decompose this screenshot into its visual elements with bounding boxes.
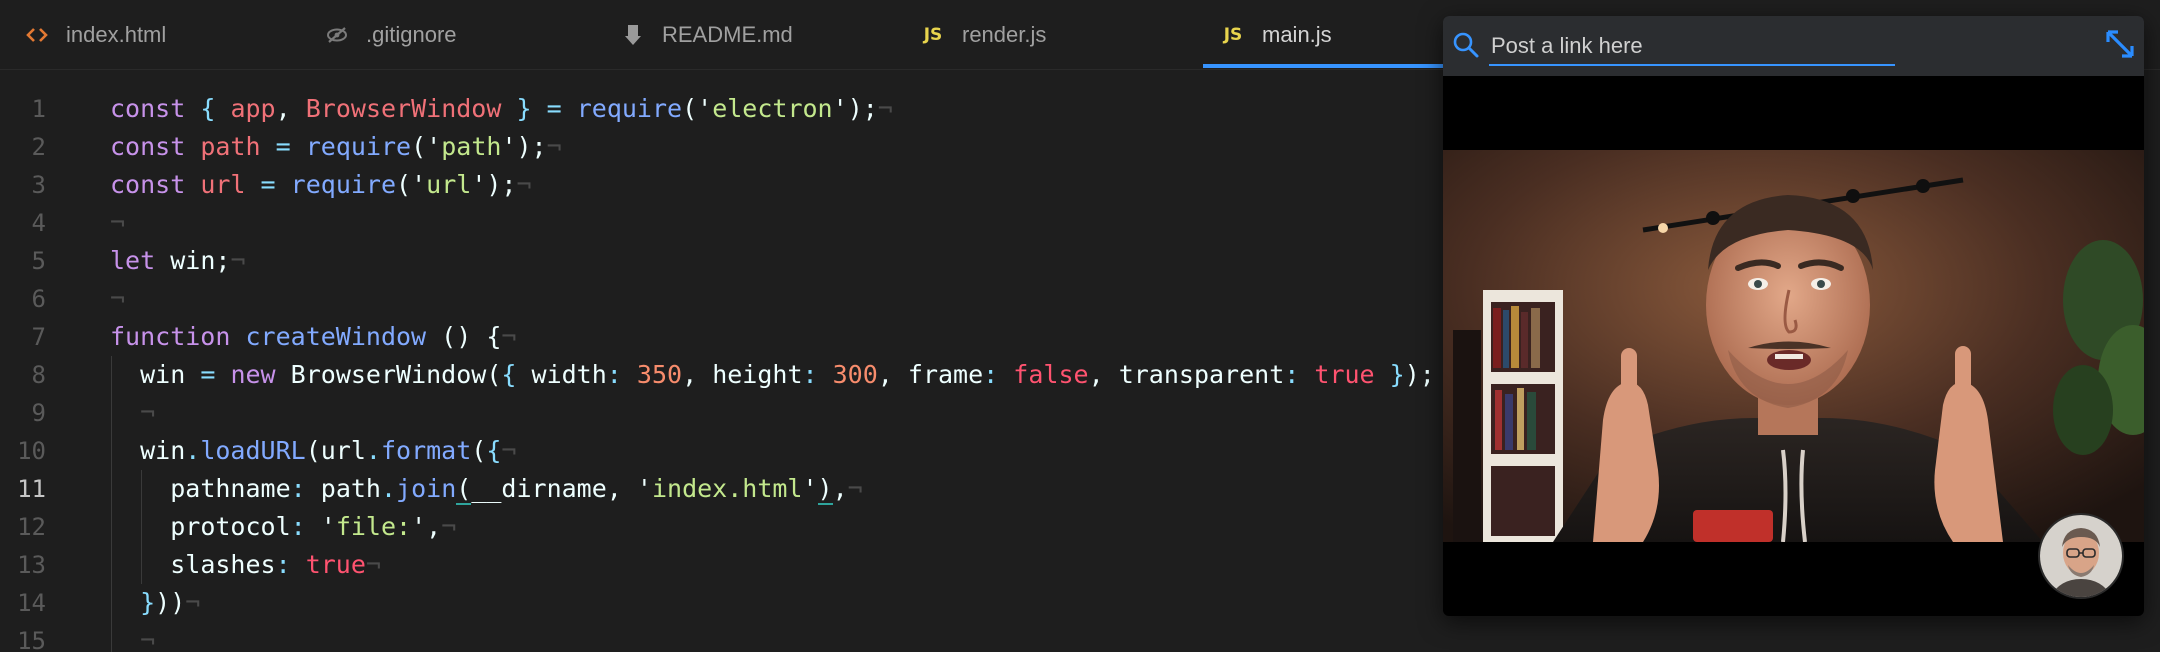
line-number: 9 — [31, 399, 46, 427]
code-line: 8 win = new BrowserWindow({ width: 350, … — [0, 356, 1444, 394]
code-line: 13 slashes: true¬ — [0, 546, 1444, 584]
line-number: 5 — [31, 247, 46, 275]
code-text: slashes: true¬ — [170, 550, 381, 579]
code-line: 6 ¬ — [0, 280, 1444, 318]
code-line: 15 ¬ — [0, 622, 1444, 652]
line-number: 4 — [31, 209, 46, 237]
code-line: 5 let win;¬ — [0, 242, 1444, 280]
code-line: 10 win.loadURL(url.format({¬ — [0, 432, 1444, 470]
search-icon — [1451, 30, 1481, 60]
line-number: 2 — [31, 133, 46, 161]
code-text: win = new BrowserWindow({ width: 350, he… — [140, 360, 1435, 389]
code-text: ¬ — [110, 284, 126, 313]
expand-icon[interactable] — [2102, 26, 2138, 62]
code-text: ¬ — [110, 208, 126, 237]
code-line: 2 const path = require('path');¬ — [0, 128, 1444, 166]
code-text: win.loadURL(url.format({¬ — [140, 436, 517, 465]
markdown-icon — [618, 24, 648, 46]
tab-label: index.html — [66, 21, 167, 47]
code-text: ¬ — [140, 398, 156, 427]
tab-label: main.js — [1262, 21, 1332, 47]
code-line: 7 function createWindow () {¬ — [0, 318, 1444, 356]
line-number: 1 — [31, 95, 46, 123]
line-number: 10 — [17, 437, 46, 465]
tab-main-js[interactable]: JS main.js — [1218, 0, 1332, 69]
line-number: 12 — [17, 513, 46, 541]
line-number: 15 — [17, 627, 46, 652]
tab-label: .gitignore — [366, 21, 457, 47]
code-line: 1 const { app, BrowserWindow } = require… — [0, 90, 1444, 128]
eye-off-icon — [322, 26, 352, 44]
js-icon: JS — [923, 24, 943, 45]
code-line: 3 const url = require('url');¬ — [0, 166, 1444, 204]
tab-gitignore[interactable]: .gitignore — [322, 0, 457, 69]
tab-readme[interactable]: README.md — [618, 0, 793, 69]
code-text: const { app, BrowserWindow } = require('… — [110, 94, 893, 123]
code-line: 9 ¬ — [0, 394, 1444, 432]
line-number: 14 — [17, 589, 46, 617]
tab-index-html[interactable]: index.html — [22, 0, 166, 69]
floating-video-window[interactable] — [1443, 16, 2144, 616]
line-number: 3 — [31, 171, 46, 199]
code-text: }))¬ — [140, 588, 201, 617]
code-text: let win;¬ — [110, 246, 246, 275]
line-number: 13 — [17, 551, 46, 579]
line-number: 6 — [31, 285, 46, 313]
float-header — [1443, 16, 2144, 76]
code-text: function createWindow () {¬ — [110, 322, 517, 351]
code-text: ¬ — [140, 626, 156, 652]
code-line-current: 11 pathname: path.join(__dirname, 'index… — [0, 470, 1444, 508]
code-line: 14 }))¬ — [0, 584, 1444, 622]
code-line: 12 protocol: 'file:',¬ — [0, 508, 1444, 546]
code-text: const path = require('path');¬ — [110, 132, 562, 161]
link-input[interactable] — [1489, 28, 1895, 66]
line-number: 7 — [31, 323, 46, 351]
tab-render-js[interactable]: JS render.js — [918, 0, 1047, 69]
js-icon: JS — [1223, 24, 1243, 45]
active-tab-indicator — [1203, 64, 1443, 68]
tab-label: README.md — [662, 21, 793, 47]
line-number: 11 — [17, 475, 46, 503]
line-number: 8 — [31, 361, 46, 389]
avatar[interactable] — [2038, 513, 2124, 599]
code-text: const url = require('url');¬ — [110, 170, 532, 199]
code-line: 4 ¬ — [0, 204, 1444, 242]
html-icon — [22, 26, 52, 44]
video-thumbnail-image — [1443, 150, 2144, 542]
tab-label: render.js — [962, 21, 1047, 47]
code-text: pathname: path.join(__dirname, 'index.ht… — [170, 474, 863, 505]
code-editor[interactable]: 1 const { app, BrowserWindow } = require… — [0, 72, 1444, 652]
code-text: protocol: 'file:',¬ — [170, 512, 457, 541]
video-player[interactable] — [1443, 150, 2144, 542]
